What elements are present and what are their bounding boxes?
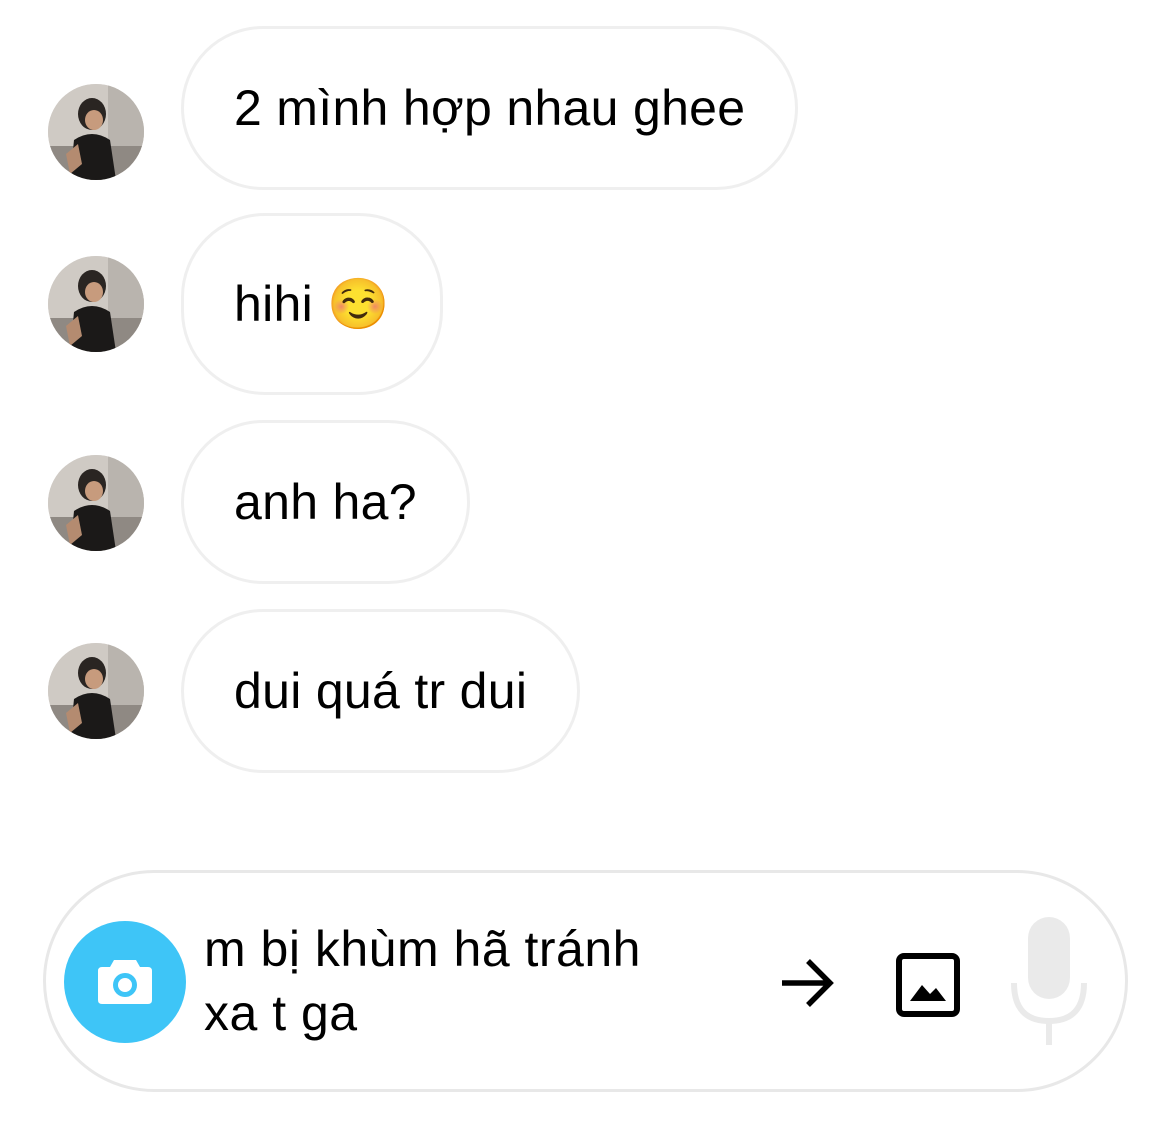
avatar-photo xyxy=(48,455,144,551)
message-text: dui quá tr dui xyxy=(234,663,528,719)
message-text: 2 mình hợp nhau ghee xyxy=(234,80,746,136)
avatar-photo xyxy=(48,643,144,739)
microphone-icon xyxy=(1011,917,1087,1045)
avatar-photo xyxy=(48,256,144,352)
message-row: dui quá tr dui xyxy=(0,609,1170,773)
message-bubble[interactable]: dui quá tr dui xyxy=(181,609,581,773)
camera-icon xyxy=(98,960,152,1004)
avatar-photo xyxy=(48,84,144,180)
avatar[interactable] xyxy=(48,256,144,352)
message-input[interactable]: m bị khùm hã tránh xa t ga xyxy=(204,917,774,1045)
camera-button[interactable] xyxy=(64,921,186,1043)
message-bubble[interactable]: hihi ☺️ xyxy=(181,213,443,395)
message-bubble[interactable]: anh ha? xyxy=(181,420,470,584)
avatar[interactable] xyxy=(48,84,144,180)
avatar[interactable] xyxy=(48,455,144,551)
arrow-right-icon[interactable] xyxy=(776,951,840,1015)
message-row: 2 mình hợp nhau ghee xyxy=(0,26,1170,190)
message-row: hihi ☺️ xyxy=(0,213,1170,395)
message-text: anh ha? xyxy=(234,474,417,530)
message-thread: 2 mình hợp nhau ghee hihi ☺️ anh ha? dui… xyxy=(0,0,1170,800)
message-composer: m bị khùm hã tránh xa t ga xyxy=(43,870,1128,1092)
avatar[interactable] xyxy=(48,643,144,739)
message-bubble[interactable]: 2 mình hợp nhau ghee xyxy=(181,26,799,190)
message-text: hihi ☺️ xyxy=(234,275,390,332)
message-row: anh ha? xyxy=(0,420,1170,584)
image-icon[interactable] xyxy=(894,951,962,1019)
